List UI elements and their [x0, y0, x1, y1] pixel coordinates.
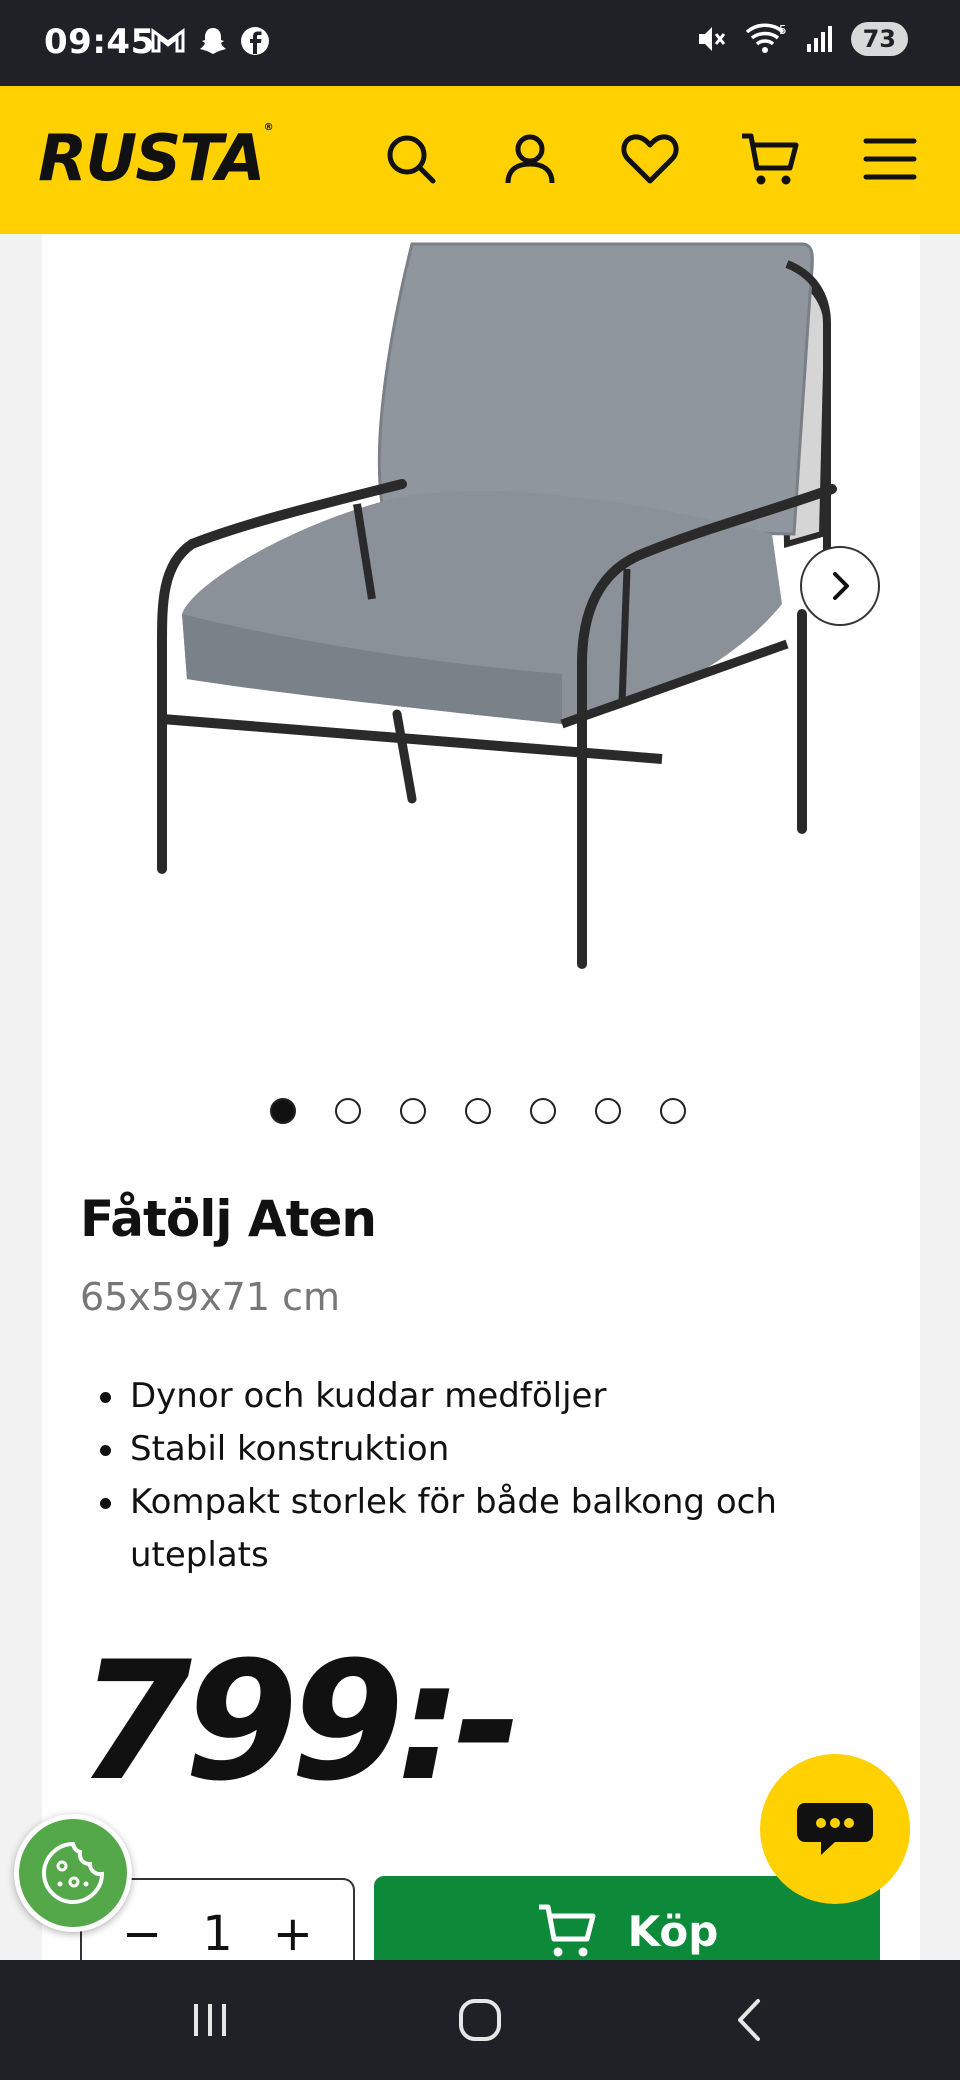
account-icon [505, 134, 555, 184]
menu-button[interactable] [855, 124, 925, 194]
account-button[interactable] [495, 124, 565, 194]
pagination-dot[interactable] [595, 1098, 621, 1124]
favorites-button[interactable] [615, 124, 685, 194]
rusta-logo[interactable]: RUSTA® [38, 122, 274, 196]
heart-icon [621, 134, 679, 184]
next-image-button[interactable] [800, 546, 880, 626]
armchair-illustration [42, 234, 882, 994]
product-price: 799:- [78, 1626, 522, 1817]
logo-text: RUSTA [38, 122, 266, 196]
feature-item: Kompakt storlek för både balkong och ute… [80, 1476, 840, 1582]
increase-quantity-button[interactable]: + [273, 1906, 313, 1962]
system-navigation-bar [0, 1960, 960, 2080]
product-size: 65x59x71 cm [80, 1275, 341, 1319]
logo-registered-mark: ® [263, 122, 274, 133]
home-button[interactable] [440, 1990, 520, 2050]
pagination-dot[interactable] [660, 1098, 686, 1124]
chat-icon [797, 1803, 873, 1855]
cart-button[interactable] [735, 124, 805, 194]
battery-indicator: 73 [850, 22, 908, 56]
feature-item: Stabil konstruktion [80, 1423, 840, 1476]
recent-apps-button[interactable] [170, 1990, 250, 2050]
pagination-dot[interactable] [270, 1098, 296, 1124]
feature-list: Dynor och kuddar medföljer Stabil konstr… [80, 1370, 840, 1582]
status-time: 09:45 [44, 22, 155, 62]
image-pagination [270, 1098, 686, 1124]
gmail-icon [151, 28, 185, 53]
cart-icon [538, 1904, 596, 1957]
cookie-settings-button[interactable] [14, 1814, 132, 1932]
system-icons: 5 73 [695, 22, 908, 56]
snapchat-icon [200, 28, 226, 54]
home-icon [459, 1999, 501, 2041]
cart-icon [742, 133, 799, 185]
wifi-icon: 5 [745, 23, 787, 53]
back-icon [738, 1999, 760, 2041]
search-icon [387, 135, 436, 184]
search-button[interactable] [376, 124, 446, 194]
product-image[interactable] [42, 234, 882, 994]
pagination-dot[interactable] [465, 1098, 491, 1124]
recent-apps-icon [194, 2004, 226, 2036]
chat-button[interactable] [760, 1754, 910, 1904]
status-bar: 09:45 5 73 [0, 0, 960, 86]
notification-icons [150, 26, 270, 56]
pagination-dot[interactable] [400, 1098, 426, 1124]
product-title: Fåtölj Aten [80, 1190, 377, 1248]
buy-label: Köp [627, 1906, 719, 1956]
menu-icon [863, 138, 917, 180]
mute-icon [698, 27, 725, 51]
pagination-dot[interactable] [530, 1098, 556, 1124]
site-header: RUSTA® [0, 86, 960, 234]
pagination-dot[interactable] [335, 1098, 361, 1124]
decrease-quantity-button[interactable]: − [122, 1906, 162, 1962]
feature-item: Dynor och kuddar medföljer [80, 1370, 840, 1423]
facebook-icon [241, 27, 269, 55]
cookie-icon [41, 1841, 105, 1905]
chevron-right-icon [833, 572, 849, 600]
svg-text:5: 5 [779, 23, 787, 37]
signal-icon [806, 26, 832, 52]
back-button[interactable] [710, 1990, 790, 2050]
quantity-value[interactable]: 1 [202, 1906, 233, 1962]
